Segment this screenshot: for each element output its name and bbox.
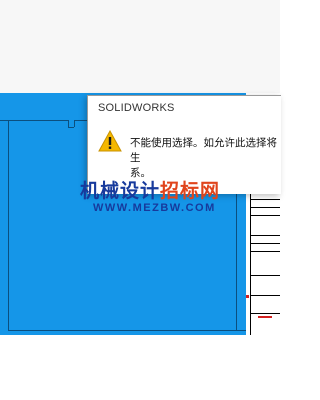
sheet-edge-line [236, 185, 237, 330]
red-marker [246, 295, 249, 298]
graphics-area-bottom [0, 335, 280, 400]
watermark-site-name: 机械设计招标网 [80, 176, 220, 203]
watermark-text-part1: 机械设计 [80, 180, 161, 202]
sheet-edge-line [68, 120, 69, 127]
graphics-area-top [0, 0, 280, 93]
title-block-line [250, 215, 280, 216]
title-block-line [250, 235, 280, 236]
title-block-line [250, 251, 280, 252]
dialog-message: 不能使用选择。如允许此选择将生 系。 [130, 137, 277, 179]
sheet-edge-line [8, 330, 246, 331]
title-block-area[interactable] [246, 185, 280, 335]
watermark-url: WWW.MEZBW.COM [93, 202, 216, 214]
title-block-line [250, 207, 280, 208]
title-block-line [250, 243, 280, 244]
sheet-edge-line [8, 120, 9, 330]
title-block-line [250, 275, 280, 276]
red-marker [258, 316, 272, 318]
sheet-edge-line [74, 120, 88, 121]
title-block-line [250, 199, 280, 200]
warning-icon [98, 130, 122, 152]
title-block-line [250, 313, 280, 314]
title-block-line [250, 185, 251, 335]
sheet-edge-line [0, 120, 68, 121]
title-block-line [250, 295, 280, 296]
dialog-title: SOLIDWORKS [98, 102, 175, 114]
watermark-text-part2: 招标网 [160, 180, 221, 202]
sheet-edge-line [68, 127, 74, 128]
sheet-edge-line [74, 120, 75, 127]
